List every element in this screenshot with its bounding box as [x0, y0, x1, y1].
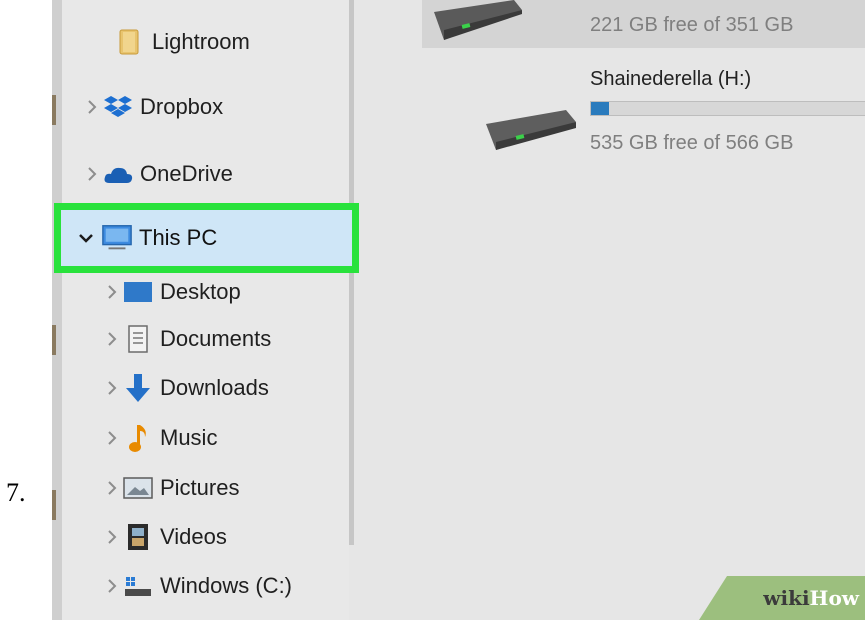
desktop-icon: [122, 277, 154, 307]
dropbox-icon: [102, 92, 134, 122]
drive-name: Shainederella (H:): [590, 68, 752, 90]
drive-tile-selected[interactable]: 221 GB free of 351 GB: [422, 0, 865, 48]
highlight-box: This PC: [54, 203, 359, 273]
drive-capacity-bar: [590, 101, 865, 116]
nav-item-label: Desktop: [160, 279, 241, 304]
nav-item-label: Windows (C:): [160, 573, 293, 598]
picture-icon: [122, 473, 154, 503]
document-icon: [122, 324, 154, 354]
download-arrow-icon: [122, 373, 154, 403]
nav-item-dropbox[interactable]: Dropbox: [62, 83, 369, 131]
nav-item-label: Videos: [160, 524, 227, 549]
music-note-icon: [122, 423, 154, 453]
nav-item-label: Downloads: [160, 375, 269, 400]
nav-item-this-pc[interactable]: This PC: [61, 210, 352, 266]
nav-item-label: Dropbox: [140, 94, 224, 119]
windows-drive-icon: [122, 571, 154, 601]
chevron-right-icon[interactable]: [102, 579, 122, 593]
chevron-right-icon[interactable]: [102, 530, 122, 544]
nav-item-documents[interactable]: Documents: [62, 315, 389, 363]
nav-item-desktop[interactable]: Desktop: [62, 268, 389, 316]
drive-free-space: 535 GB free of 566 GB: [590, 132, 794, 154]
step-number: 7.: [6, 478, 26, 507]
chevron-right-icon[interactable]: [102, 285, 122, 299]
drives-content-area: 221 GB free of 351 GB Shainederella (H:)…: [354, 0, 865, 620]
onedrive-cloud-icon: [102, 159, 134, 189]
nav-item-downloads[interactable]: Downloads: [62, 364, 389, 412]
nav-item-label: Documents: [160, 326, 272, 351]
drive-free-space: 221 GB free of 351 GB: [590, 14, 794, 36]
hard-drive-icon: [434, 0, 524, 45]
nav-item-music[interactable]: Music: [62, 414, 389, 462]
nav-item-label: This PC: [139, 225, 218, 250]
drive-capacity-fill: [591, 102, 610, 115]
chevron-right-icon[interactable]: [102, 481, 122, 495]
nav-item-label: Music: [160, 425, 218, 450]
nav-item-pictures[interactable]: Pictures: [62, 464, 389, 512]
nav-item-onedrive[interactable]: OneDrive: [62, 150, 369, 198]
chevron-right-icon[interactable]: [102, 431, 122, 445]
window-edge: [52, 0, 62, 620]
folder-icon: [114, 27, 146, 57]
chevron-down-icon[interactable]: [71, 232, 101, 244]
nav-item-label: Pictures: [160, 475, 240, 500]
nav-item-label: OneDrive: [140, 161, 233, 186]
navigation-pane: Lightroom Dropbox OneDrive Desktop Docum…: [62, 0, 349, 620]
nav-item-videos[interactable]: Videos: [62, 513, 389, 561]
nav-item-windows-c[interactable]: Windows (C:): [62, 562, 389, 610]
chevron-right-icon[interactable]: [82, 100, 102, 114]
video-film-icon: [122, 522, 154, 552]
chevron-right-icon[interactable]: [102, 332, 122, 346]
wikihow-watermark: wiki How: [699, 576, 865, 620]
chevron-right-icon[interactable]: [102, 381, 122, 395]
hard-drive-icon: [486, 104, 578, 161]
file-explorer-screenshot: Lightroom Dropbox OneDrive Desktop Docum…: [52, 0, 865, 620]
monitor-icon: [101, 223, 133, 253]
chevron-right-icon[interactable]: [82, 167, 102, 181]
nav-item-label: Lightroom: [152, 29, 250, 54]
